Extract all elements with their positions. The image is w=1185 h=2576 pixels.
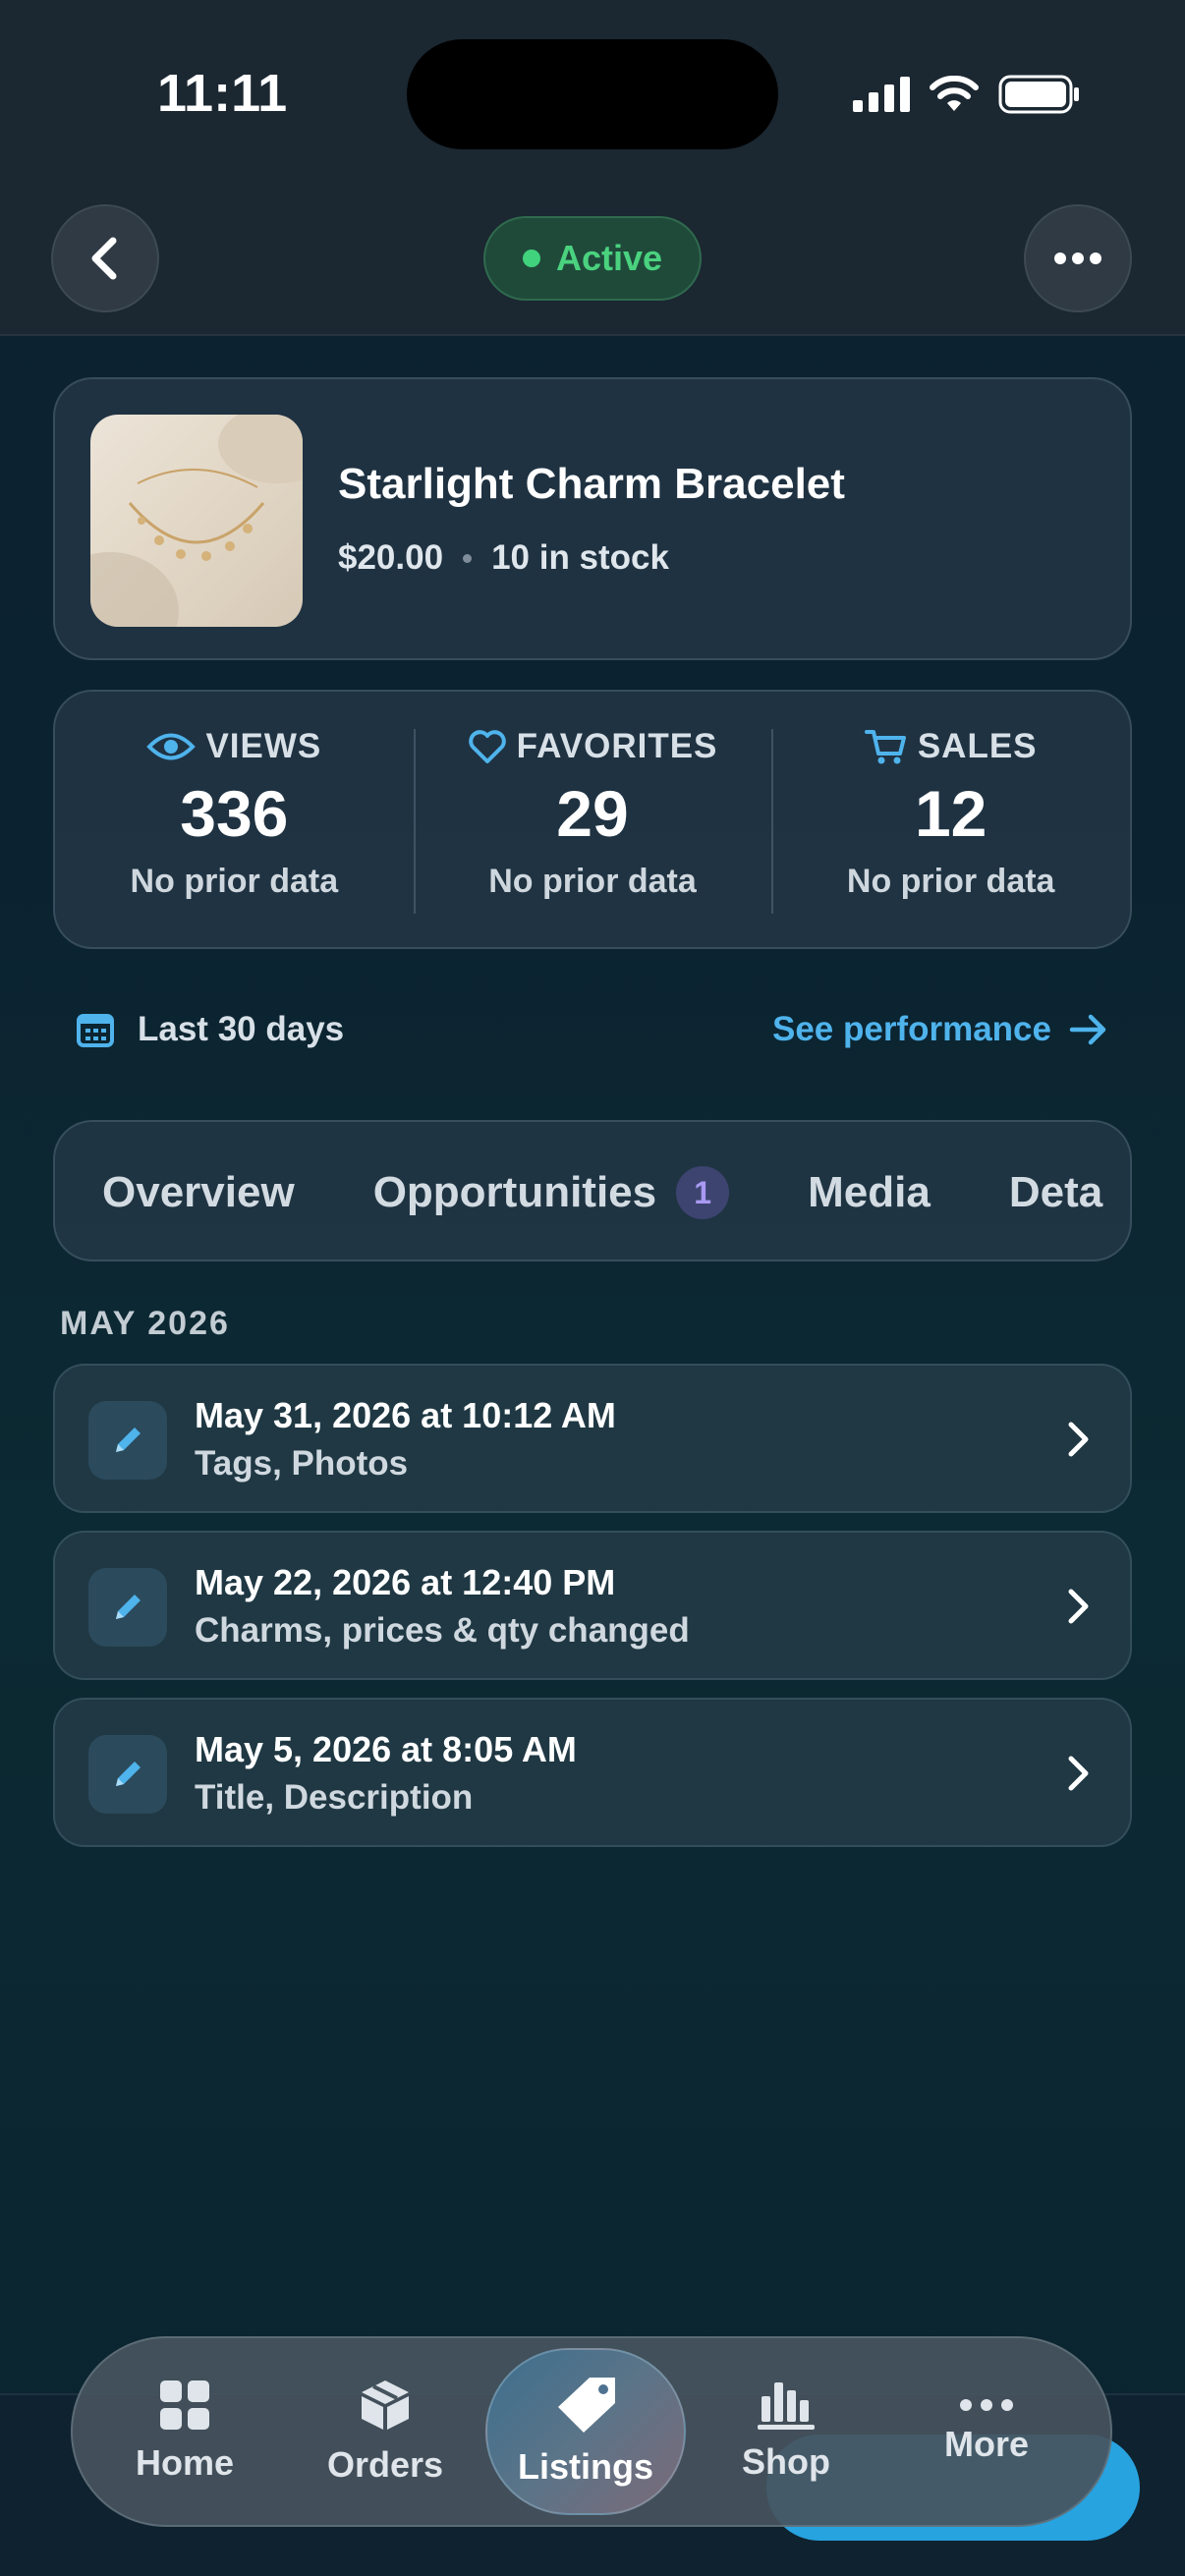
history-item-subtitle: Tags, Photos <box>195 1444 409 1483</box>
stat-favorites: FAVORITES 29 No prior data <box>413 692 772 947</box>
chevron-right-icon <box>1053 1415 1102 1464</box>
tab-home[interactable]: Home <box>85 2348 285 2515</box>
bar-chart-icon <box>758 2382 815 2430</box>
history-item[interactable]: May 5, 2026 at 8:05 AM Title, Descriptio… <box>53 1698 1132 1847</box>
eye-icon <box>146 733 197 760</box>
product-card[interactable]: Starlight Charm Bracelet $20.00 10 in st… <box>53 377 1132 660</box>
tab-orders[interactable]: Orders <box>285 2348 485 2515</box>
product-thumbnail <box>90 415 303 627</box>
chevron-right-icon <box>1053 1749 1102 1798</box>
product-meta: $20.00 10 in stock <box>338 538 669 578</box>
bottom-tab-bar: Home Orders Listings Shop More <box>71 2336 1112 2527</box>
chevron-left-icon <box>91 237 117 280</box>
arrow-right-icon <box>1069 1014 1106 1045</box>
more-options-button[interactable] <box>1024 204 1132 312</box>
product-stock: 10 in stock <box>491 538 669 577</box>
calendar-icon <box>77 1014 114 1047</box>
stat-views-label: VIEWS <box>205 727 322 765</box>
separator-dot <box>463 553 473 563</box>
tab-overview-label: Overview <box>102 1168 295 1216</box>
ellipsis-icon <box>1054 252 1101 264</box>
status-time: 11:11 <box>157 64 288 123</box>
tag-icon <box>558 2378 615 2433</box>
tab-details[interactable]: Deta <box>1009 1168 1102 1217</box>
stat-sales-label: SALES <box>917 727 1038 765</box>
tab-opportunities[interactable]: Opportunities 1 <box>372 1166 730 1219</box>
dynamic-island <box>407 39 778 149</box>
date-range-label: Last 30 days <box>138 1010 345 1048</box>
status-icons <box>853 71 1081 118</box>
see-performance-label: See performance <box>771 1010 1051 1048</box>
opportunities-count-badge: 1 <box>676 1166 730 1219</box>
history-section-label: MAY 2026 <box>60 1305 230 1342</box>
heart-icon <box>468 730 506 763</box>
pencil-icon-badge <box>88 1568 167 1647</box>
stat-favorites-value: 29 <box>556 777 629 850</box>
tab-shop-label: Shop <box>742 2441 830 2482</box>
wifi-icon <box>930 76 979 111</box>
stat-views: VIEWS 336 No prior data <box>55 692 414 947</box>
date-range-selector[interactable]: Last 30 days <box>77 1010 344 1049</box>
product-title: Starlight Charm Bracelet <box>338 460 845 508</box>
stat-sales-sub: No prior data <box>846 863 1055 900</box>
tab-overview[interactable]: Overview <box>102 1168 295 1217</box>
tab-media-label: Media <box>808 1168 931 1216</box>
back-button[interactable] <box>51 204 159 312</box>
tab-opportunities-label: Opportunities <box>372 1168 657 1216</box>
battery-icon <box>998 75 1079 114</box>
pencil-icon <box>116 1428 141 1452</box>
history-item-subtitle: Charms, prices & qty changed <box>195 1611 690 1650</box>
tab-listings-label: Listings <box>517 2446 653 2487</box>
grid-icon <box>160 2380 209 2430</box>
stat-favorites-sub: No prior data <box>488 863 697 900</box>
pencil-icon <box>116 1595 141 1619</box>
status-dot <box>522 250 540 267</box>
status-badge-label: Active <box>555 238 663 278</box>
see-performance-link[interactable]: See performance <box>772 1010 1108 1049</box>
tab-more-label: More <box>943 2424 1029 2464</box>
history-item-subtitle: Title, Description <box>195 1778 474 1817</box>
pencil-icon <box>116 1762 141 1786</box>
status-badge[interactable]: Active <box>483 216 702 301</box>
history-item-title: May 5, 2026 at 8:05 AM <box>195 1729 577 1769</box>
pencil-icon-badge <box>88 1735 167 1814</box>
history-item-title: May 22, 2026 at 12:40 PM <box>195 1562 616 1602</box>
date-range-row: Last 30 days See performance <box>77 1004 1108 1055</box>
stats-card: VIEWS 336 No prior data FAVORITES 29 No … <box>53 690 1132 949</box>
history-item[interactable]: May 31, 2026 at 10:12 AM Tags, Photos <box>53 1364 1132 1513</box>
tab-home-label: Home <box>135 2442 235 2483</box>
product-price: $20.00 <box>338 538 444 577</box>
stat-views-sub: No prior data <box>130 863 339 900</box>
tab-listings[interactable]: Listings <box>485 2348 686 2515</box>
pencil-icon-badge <box>88 1401 167 1480</box>
tab-more[interactable]: More <box>886 2348 1087 2515</box>
stat-views-value: 336 <box>180 777 289 850</box>
stat-sales: SALES 12 No prior data <box>771 692 1130 947</box>
tab-details-label: Deta <box>1008 1168 1103 1216</box>
cart-icon <box>864 730 906 764</box>
tab-orders-label: Orders <box>326 2444 444 2485</box>
stat-sales-value: 12 <box>914 777 988 850</box>
signal-icon <box>853 77 910 112</box>
history-item-title: May 31, 2026 at 10:12 AM <box>195 1395 616 1435</box>
tab-shop[interactable]: Shop <box>686 2348 886 2515</box>
box-icon <box>362 2380 409 2430</box>
history-item[interactable]: May 22, 2026 at 12:40 PM Charms, prices … <box>53 1531 1132 1680</box>
stat-favorites-label: FAVORITES <box>516 727 718 765</box>
chevron-right-icon <box>1053 1582 1102 1631</box>
dots-icon <box>960 2399 1013 2411</box>
top-header: 11:11 Active <box>0 0 1185 336</box>
segment-tabs: Overview Opportunities 1 Media Deta <box>53 1120 1132 1261</box>
tab-media[interactable]: Media <box>808 1168 931 1217</box>
